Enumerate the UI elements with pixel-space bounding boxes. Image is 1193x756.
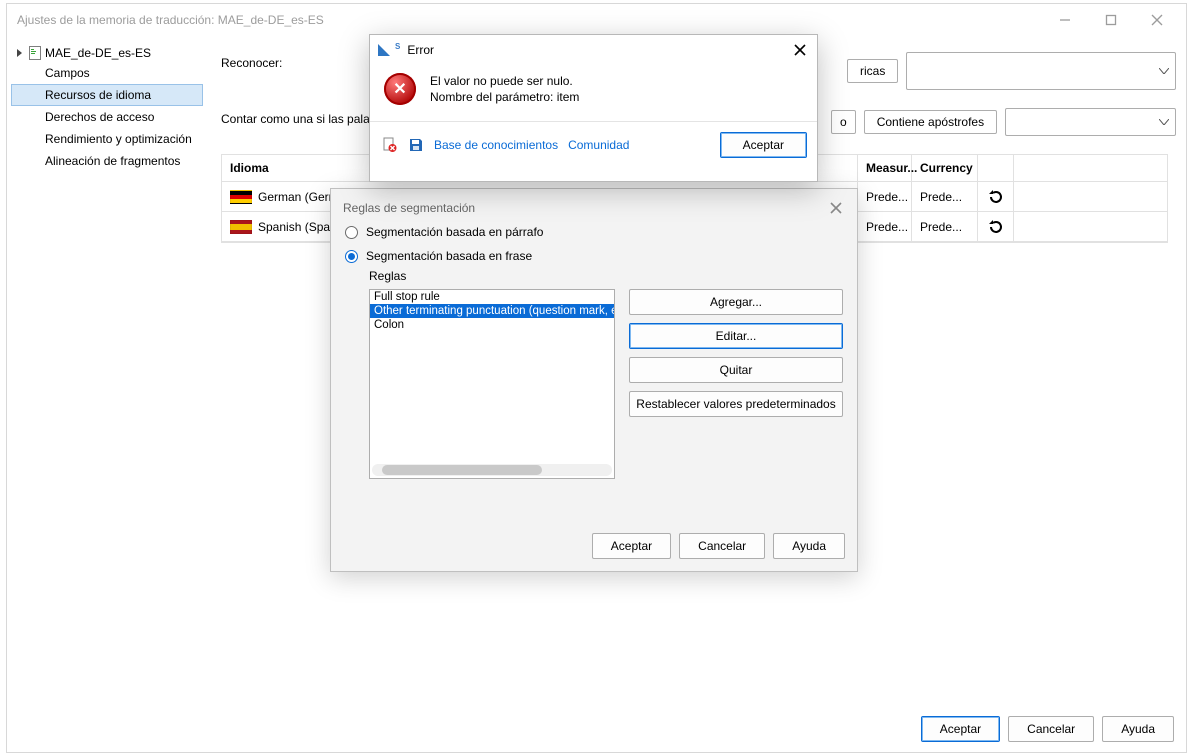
sidebar-item-performance[interactable]: Rendimiento y optimización (11, 128, 203, 150)
rule-item[interactable]: Full stop rule (370, 290, 614, 304)
titlebar: Ajustes de la memoria de traducción: MAE… (7, 4, 1186, 36)
rule-action-buttons: Agregar... Editar... Quitar Restablecer … (629, 289, 843, 479)
seg-dialog-buttons: Aceptar Cancelar Ayuda (592, 533, 845, 559)
tree-root-label: MAE_de-DE_es-ES (45, 46, 151, 60)
sidebar-item-alignment[interactable]: Alineación de fragmentos (11, 150, 203, 172)
main-dialog-buttons: Aceptar Cancelar Ayuda (921, 716, 1174, 742)
caret-down-icon (1159, 68, 1169, 74)
radio-paragraph-label: Segmentación basada en párrafo (366, 225, 543, 239)
error-footer-links: Base de conocimientos Comunidad (382, 137, 629, 153)
close-window-button[interactable] (1134, 6, 1180, 34)
error-close-button[interactable] (789, 39, 811, 61)
tm-icon (29, 46, 41, 60)
brand-superscript: S (395, 42, 400, 51)
rules-section-label: Reglas (331, 269, 857, 283)
delete-doc-icon[interactable] (382, 137, 398, 153)
scrollbar-thumb[interactable] (382, 465, 542, 475)
flag-de-icon (230, 190, 252, 204)
kb-link[interactable]: Base de conocimientos (434, 138, 558, 152)
recognize-combo[interactable] (906, 52, 1176, 90)
col-reset (978, 155, 1014, 181)
flag-es-icon (230, 220, 252, 234)
radio-sentence-label: Segmentación basada en frase (366, 249, 532, 263)
error-line1: El valor no puede ser nulo. (430, 73, 579, 89)
currency-cell[interactable]: Prede... (912, 182, 978, 211)
lang-cell: German (Gerr (258, 190, 333, 204)
minimize-button[interactable] (1042, 6, 1088, 34)
save-icon[interactable] (408, 137, 424, 153)
radio-paragraph[interactable] (345, 226, 358, 239)
reset-row-button[interactable] (978, 212, 1014, 241)
seg-accept-button[interactable]: Aceptar (592, 533, 671, 559)
measur-cell[interactable]: Prede... (858, 182, 912, 211)
radio-paragraph-row[interactable]: Segmentación basada en párrafo (331, 223, 857, 241)
remove-rule-button[interactable]: Quitar (629, 357, 843, 383)
seg-help-button[interactable]: Ayuda (773, 533, 845, 559)
currency-cell[interactable]: Prede... (912, 212, 978, 241)
tree-collapse-icon (15, 48, 25, 58)
sidebar-item-fields[interactable]: Campos (11, 62, 203, 84)
count-combo[interactable] (1005, 108, 1176, 136)
radio-sentence-row[interactable]: Segmentación basada en frase (331, 247, 857, 265)
lang-cell: Spanish (Spa (258, 220, 330, 234)
col-measur[interactable]: Measur... (858, 155, 912, 181)
reset-row-button[interactable] (978, 182, 1014, 211)
recognize-chip-fragment[interactable]: ricas (847, 59, 898, 83)
reset-rules-button[interactable]: Restablecer valores predeterminados (629, 391, 843, 417)
error-dialog: S Error ✕ El valor no puede ser nulo. No… (369, 34, 818, 182)
seg-cancel-button[interactable]: Cancelar (679, 533, 765, 559)
main-cancel-button[interactable]: Cancelar (1008, 716, 1094, 742)
main-accept-button[interactable]: Aceptar (921, 716, 1000, 742)
caret-down-icon (1159, 119, 1169, 125)
count-chip-apostrophes[interactable]: Contiene apóstrofes (864, 110, 997, 134)
count-label: Contar como una si las palab (221, 108, 381, 126)
seg-dialog-title: Reglas de segmentación (343, 201, 475, 215)
count-chip-fragment[interactable]: o (831, 110, 856, 134)
edit-rule-button[interactable]: Editar... (629, 323, 843, 349)
sidebar-item-language-resources[interactable]: Recursos de idioma (11, 84, 203, 106)
segmentation-rules-dialog: Reglas de segmentación Segmentación basa… (330, 188, 858, 572)
rule-item[interactable]: Other terminating punctuation (question … (370, 304, 614, 318)
col-spare (1014, 155, 1167, 181)
rules-horizontal-scrollbar[interactable] (372, 464, 612, 476)
recognize-label: Reconocer: (221, 52, 381, 70)
error-line2: Nombre del parámetro: item (430, 89, 579, 105)
rules-listbox[interactable]: Full stop rule Other terminating punctua… (369, 289, 615, 479)
sidebar: MAE_de-DE_es-ES Campos Recursos de idiom… (7, 36, 211, 704)
brand-logo-icon (378, 44, 390, 56)
error-icon: ✕ (384, 73, 416, 105)
col-currency[interactable]: Currency (912, 155, 978, 181)
rule-item[interactable]: Colon (370, 318, 614, 332)
error-dialog-title: Error (407, 43, 434, 57)
maximize-button[interactable] (1088, 6, 1134, 34)
error-message: El valor no puede ser nulo. Nombre del p… (430, 73, 579, 105)
main-help-button[interactable]: Ayuda (1102, 716, 1174, 742)
tree-root[interactable]: MAE_de-DE_es-ES (11, 44, 203, 62)
community-link[interactable]: Comunidad (568, 138, 629, 152)
sidebar-item-access-rights[interactable]: Derechos de acceso (11, 106, 203, 128)
measur-cell[interactable]: Prede... (858, 212, 912, 241)
error-accept-button[interactable]: Aceptar (720, 132, 807, 158)
add-rule-button[interactable]: Agregar... (629, 289, 843, 315)
seg-close-button[interactable] (825, 197, 847, 219)
radio-sentence[interactable] (345, 250, 358, 263)
window-controls (1042, 6, 1180, 34)
window-title: Ajustes de la memoria de traducción: MAE… (13, 13, 1042, 27)
